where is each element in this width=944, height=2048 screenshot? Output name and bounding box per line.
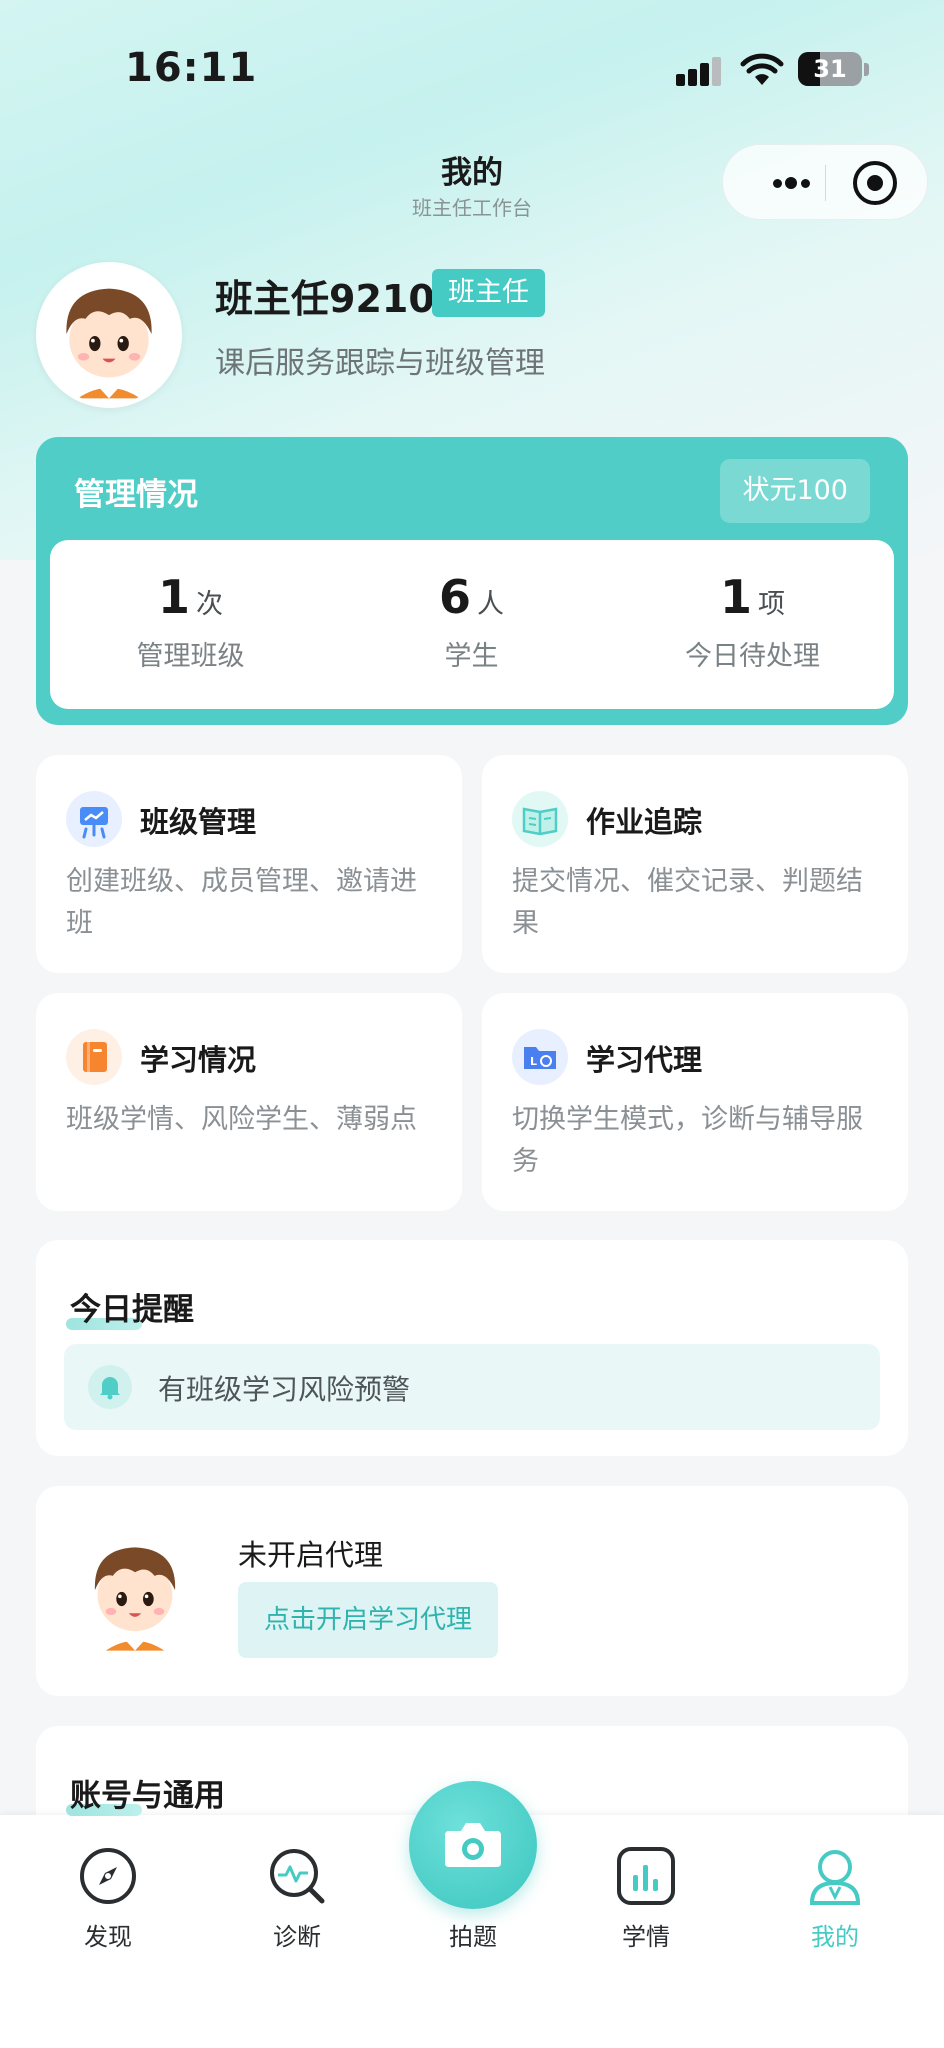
stat-unit: 人 — [477, 589, 504, 620]
stat-label: 今日待处理 — [685, 641, 820, 672]
avatar[interactable] — [36, 262, 182, 408]
status-time: 16:11 — [125, 45, 258, 91]
feature-class-management[interactable]: 班级管理 创建班级、成员管理、邀请进班 — [36, 755, 462, 973]
feature-description: 班级学情、风险学生、薄弱点 — [66, 1104, 417, 1135]
stat-value: 6 — [438, 570, 471, 624]
stat-unit: 项 — [758, 589, 785, 620]
feature-title: 学习情况 — [140, 1043, 257, 1077]
enable-agent-button[interactable]: 点击开启学习代理 — [238, 1582, 498, 1658]
folder-icon: L — [512, 1029, 568, 1085]
feature-title: 班级管理 — [140, 805, 257, 839]
stat-label: 管理班级 — [136, 641, 245, 672]
book-icon — [512, 791, 568, 847]
feature-learning-status[interactable]: 学习情况 班级学情、风险学生、薄弱点 — [36, 993, 462, 1211]
management-stats: 1次 管理班级 6人 学生 1项 今日待处理 — [50, 540, 894, 709]
diagnose-icon — [266, 1845, 328, 1907]
cartoon-boy-icon — [66, 288, 152, 399]
user-icon — [804, 1845, 866, 1907]
tab-label: 诊断 — [273, 1923, 321, 1951]
reminder-text: 有班级学习风险预警 — [158, 1373, 411, 1406]
stat-students[interactable]: 6人 学生 — [331, 570, 612, 673]
tab-mine[interactable]: 我的 — [775, 1845, 895, 1952]
cartoon-boy-icon — [94, 1547, 176, 1651]
tab-label: 学情 — [622, 1923, 670, 1951]
section-title: 今日提醒 — [70, 1292, 194, 1328]
management-card: 管理情况 状元100 1次 管理班级 6人 学生 1项 今日待处理 — [36, 437, 908, 725]
reminder-item[interactable]: 有班级学习风险预警 — [64, 1344, 880, 1430]
management-title: 管理情况 — [74, 477, 198, 513]
feature-description: 提交情况、催交记录、判题结果 — [512, 866, 863, 939]
stat-unit: 次 — [196, 589, 223, 620]
cellular-signal-icon — [676, 56, 724, 86]
stat-pending[interactable]: 1项 今日待处理 — [612, 570, 893, 673]
tab-discover[interactable]: 发现 — [48, 1845, 168, 1952]
miniprogram-capsule — [722, 144, 928, 220]
user-name: 班主任9210 — [215, 277, 435, 321]
camera-button[interactable] — [409, 1781, 537, 1909]
reminder-card: 今日提醒 有班级学习风险预警 — [36, 1240, 908, 1456]
feature-title: 作业追踪 — [586, 805, 703, 839]
agent-status: 未开启代理 — [238, 1538, 384, 1572]
tab-learning[interactable]: 学情 — [586, 1845, 706, 1952]
tab-label-camera[interactable]: 拍题 — [409, 1917, 537, 1952]
tab-diagnose[interactable]: 诊断 — [237, 1845, 357, 1952]
feature-description: 切换学生模式，诊断与辅导服务 — [512, 1104, 863, 1177]
feature-homework-tracking[interactable]: 作业追踪 提交情况、催交记录、判题结果 — [482, 755, 908, 973]
bell-icon — [88, 1365, 132, 1409]
level-badge[interactable]: 状元100 — [720, 459, 870, 523]
feature-title: 学习代理 — [586, 1043, 703, 1077]
section-title: 账号与通用 — [70, 1778, 225, 1814]
camera-icon — [445, 1823, 501, 1867]
role-badge: 班主任 — [432, 269, 545, 317]
compass-icon — [77, 1845, 139, 1907]
stat-classes[interactable]: 1次 管理班级 — [50, 570, 331, 673]
status-bar: 16:11 31 — [0, 0, 944, 140]
stat-value: 1 — [157, 570, 190, 624]
close-target-icon[interactable] — [853, 161, 897, 205]
feature-learning-agent[interactable]: L 学习代理 切换学生模式，诊断与辅导服务 — [482, 993, 908, 1211]
agent-card: 未开启代理 点击开启学习代理 — [36, 1486, 908, 1696]
battery-icon: 31 — [798, 52, 862, 86]
tab-label: 我的 — [811, 1923, 859, 1951]
profile-description: 课后服务跟踪与班级管理 — [215, 346, 545, 381]
tab-label: 发现 — [84, 1923, 132, 1951]
more-icon[interactable] — [753, 161, 819, 205]
stat-value: 1 — [719, 570, 752, 624]
feature-description: 创建班级、成员管理、邀请进班 — [66, 866, 417, 939]
battery-level: 31 — [813, 55, 847, 83]
notebook-icon — [66, 1029, 122, 1085]
class-board-icon — [66, 791, 122, 847]
chart-icon — [615, 1845, 677, 1907]
stat-label: 学生 — [444, 641, 499, 672]
wifi-icon — [740, 53, 784, 85]
svg-text:L: L — [530, 1055, 537, 1068]
